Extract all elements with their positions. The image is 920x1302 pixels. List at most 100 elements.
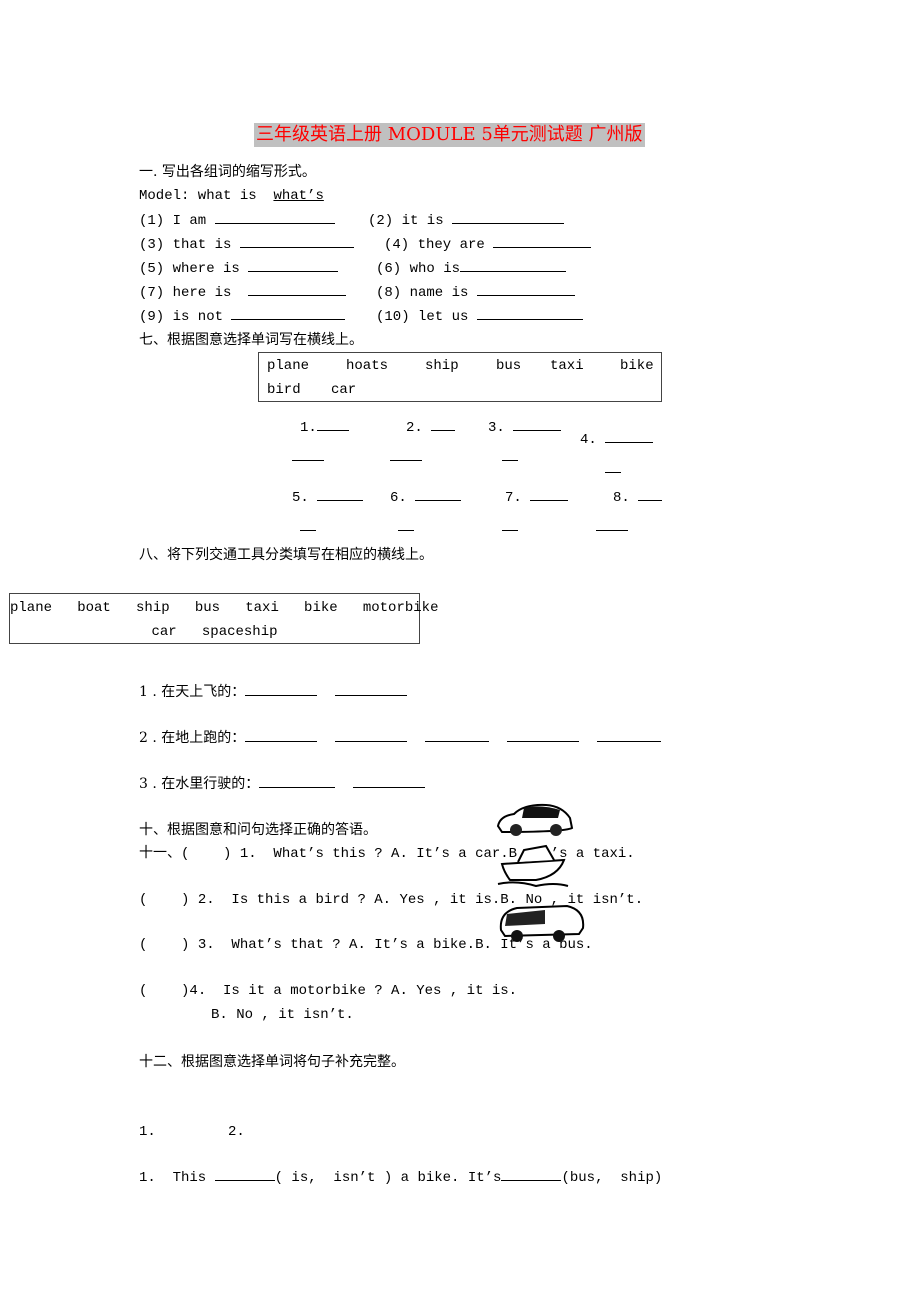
section1-heading: 一. 写出各组词的缩写形式。 (139, 164, 316, 180)
word-ship: ship (425, 358, 459, 374)
answer-blank[interactable] (248, 283, 347, 296)
sentence-1: 1. This ( is, isn’t ) a bike. It’s (bus, … (139, 1168, 662, 1187)
answer-blank[interactable] (415, 488, 462, 501)
item-8: (8) name is (376, 283, 575, 302)
word-plane: plane (267, 358, 310, 374)
answer-blank[interactable] (335, 729, 408, 742)
answer-blank[interactable] (452, 211, 565, 224)
answer-blank[interactable] (530, 488, 569, 501)
answer-blank[interactable] (493, 235, 592, 248)
item-4-label: (4) they are (384, 237, 485, 253)
section7-word-box: plane hoats ship bus taxi bike bird car (258, 352, 662, 402)
answer-blank[interactable] (501, 1168, 562, 1181)
answer-blank[interactable] (605, 430, 654, 443)
answer-blank[interactable] (239, 235, 354, 248)
question-4-option-b: B. No , it isn’t. (211, 1007, 354, 1023)
answer-blank[interactable] (638, 488, 663, 501)
bus-wheel (553, 930, 565, 942)
word-list-row2: car spaceship (151, 624, 278, 640)
answer-bracket[interactable]: ( ) (139, 937, 189, 953)
answer-blank[interactable] (248, 259, 339, 272)
answer-blank[interactable] (214, 211, 335, 224)
item-6-label: (6) who is (376, 261, 461, 277)
answer-blank[interactable] (506, 729, 579, 742)
sentence-part: 1. This (139, 1170, 207, 1186)
bus-wheel (511, 930, 523, 942)
item-6: (6) who is (376, 259, 567, 278)
answer-blank[interactable] (214, 1168, 275, 1181)
item-5: (5) where is (139, 259, 339, 278)
number-label: 1. (300, 420, 317, 436)
section10-heading: 十、根据图意和问句选择正确的答语。 (139, 822, 377, 838)
category-water: 3 . 在水里行驶的： (139, 775, 426, 793)
section8-heading: 八、将下列交通工具分类填写在相应的横线上。 (139, 547, 433, 563)
bus-picture (499, 904, 585, 942)
picture-number-1: 1. (139, 1124, 156, 1140)
picture-answer-3: 3. (488, 418, 562, 437)
word-list-row1: plane boat ship bus taxi bike motorbike (10, 600, 439, 616)
answer-blank[interactable] (353, 775, 426, 788)
item-7: (7) here is (139, 283, 347, 302)
answer-blank-cont[interactable] (605, 460, 621, 478)
category-label: 3 . 在水里行驶的： (139, 776, 260, 792)
answer-blank[interactable] (460, 259, 567, 272)
question-text: 4. Is it a motorbike ? A. Yes , it is. (189, 983, 518, 999)
answer-blank[interactable] (424, 729, 489, 742)
document-title: 三年级英语上册 MODULE 5单元测试题 广州版 (254, 123, 645, 147)
answer-bracket[interactable]: ( ) (139, 892, 189, 908)
question-text: 1. What’s this ? A. It’s a car.B. It’s a… (239, 846, 635, 862)
car-wheel (550, 824, 562, 836)
word-car: car (331, 382, 357, 398)
sentence-part: ( is, isn’t ) a bike. It’s (274, 1170, 502, 1186)
item-9: (9) is not (139, 307, 346, 326)
number-label: 8. (613, 490, 630, 506)
boat-cabin (517, 844, 555, 863)
word-taxi: taxi (550, 358, 584, 374)
answer-blank-cont[interactable] (502, 448, 518, 466)
answer-blank[interactable] (476, 307, 583, 320)
item-7-label: (7) here is (139, 285, 232, 301)
answer-blank[interactable] (596, 729, 661, 742)
section7-heading: 七、根据图意选择单词写在横线上。 (139, 332, 363, 348)
car-wheel (510, 824, 522, 836)
answer-blank-cont[interactable] (502, 518, 518, 536)
number-label: 3. (488, 420, 505, 436)
item-1: (1) I am (139, 211, 335, 230)
answer-blank-cont[interactable] (390, 448, 422, 466)
sentence-part: (bus, ship) (561, 1170, 663, 1186)
word-bus: bus (496, 358, 522, 374)
picture-answer-7: 7. (505, 488, 569, 507)
picture-answer-1: 1. (300, 418, 349, 437)
item-1-label: (1) I am (139, 213, 207, 229)
answer-blank[interactable] (513, 418, 562, 431)
item-10: (10) let us (376, 307, 583, 326)
answer-blank-cont[interactable] (398, 518, 414, 536)
category-land: 2 . 在地上跑的： (139, 729, 661, 747)
answer-blank[interactable] (231, 307, 346, 320)
answer-blank[interactable] (335, 683, 408, 696)
answer-bracket[interactable]: ( ) (139, 983, 189, 999)
answer-blank[interactable] (245, 729, 318, 742)
answer-blank-cont[interactable] (300, 518, 316, 536)
section8-word-box: plane boat ship bus taxi bike motorbike … (9, 593, 439, 644)
item-3-label: (3) that is (139, 237, 232, 253)
answer-blank[interactable] (259, 775, 336, 788)
answer-blank[interactable] (431, 418, 456, 431)
item-4: (4) they are (384, 235, 592, 254)
word-bike: bike (620, 358, 654, 374)
number-label: 5. (292, 490, 309, 506)
model-label: Model: what is (139, 188, 257, 204)
answer-blank[interactable] (317, 488, 364, 501)
picture-number-2: 2. (228, 1124, 245, 1140)
answer-bracket[interactable]: 十一、( ) (139, 846, 231, 862)
answer-blank[interactable] (476, 283, 575, 296)
item-5-label: (5) where is (139, 261, 240, 277)
answer-blank-cont[interactable] (292, 448, 324, 466)
item-3: (3) that is (139, 235, 354, 254)
category-label: 1 . 在天上飞的： (139, 684, 246, 700)
item-2: (2) it is (368, 211, 565, 230)
answer-blank-cont[interactable] (596, 518, 628, 536)
answer-blank[interactable] (316, 418, 349, 431)
category-label: 2 . 在地上跑的： (139, 730, 246, 746)
answer-blank[interactable] (245, 683, 318, 696)
